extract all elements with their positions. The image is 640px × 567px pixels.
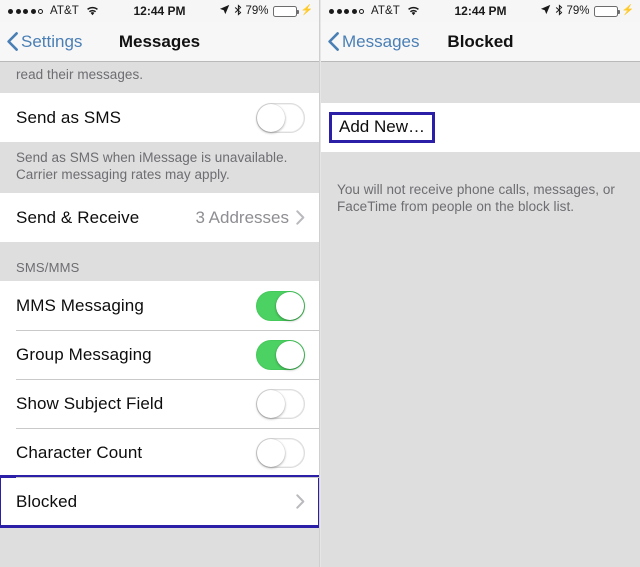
battery-percentage: 79% [566, 5, 590, 17]
cellular-signal-dots-icon [329, 8, 364, 14]
chevron-left-icon [328, 32, 339, 51]
toggle-knob [257, 103, 285, 132]
battery-icon [593, 5, 620, 17]
row-accessory [256, 102, 305, 133]
row-label: Send & Receive [16, 207, 140, 227]
toggle-send-as-sms[interactable] [256, 102, 305, 133]
row-send-and-receive[interactable]: Send & Receive 3 Addresses [0, 193, 319, 242]
status-bar-left: AT&T 12:44 PM 79% ⚡ [0, 0, 319, 22]
lightning-bolt-icon: ⚡ [621, 5, 634, 16]
footnote-block-list: You will not receive phone calls, messag… [337, 182, 615, 214]
bluetooth-icon [555, 3, 563, 19]
status-bar-left-group: AT&T [8, 5, 99, 17]
row-show-subject-field[interactable]: Show Subject Field [0, 379, 319, 428]
carrier-name: AT&T [371, 5, 400, 17]
row-blocked[interactable]: Blocked [0, 475, 319, 528]
row-detail-value: 3 Addresses [195, 207, 289, 227]
status-bar-right-group: 79% ⚡ [540, 3, 634, 19]
toggle-knob [257, 438, 285, 467]
bluetooth-icon [234, 3, 242, 19]
right-screen-blocked-list: AT&T 12:44 PM 79% ⚡ Messages Blocked Add… [320, 0, 640, 567]
nav-bar-blocked: Messages Blocked [321, 22, 640, 62]
toggle-show-subject-field[interactable] [256, 388, 305, 419]
status-bar-right-group: 79% ⚡ [219, 3, 313, 19]
group-add-new: Add New… [321, 103, 640, 152]
dual-screenshot-container: AT&T 12:44 PM 79% ⚡ Settings Messages re… [0, 0, 640, 567]
section-header-sms-mms: SMS/MMS [16, 260, 80, 275]
row-label: Blocked [16, 491, 78, 511]
row-accessory [256, 290, 305, 321]
toggle-knob [276, 291, 304, 320]
group-sms-mms: MMS Messaging Group Messaging Show Subje… [0, 281, 319, 528]
row-accessory [296, 494, 305, 509]
chevron-left-icon [7, 32, 18, 51]
battery-percentage: 79% [245, 5, 269, 17]
toggle-group-messaging[interactable] [256, 339, 305, 370]
row-accessory [256, 339, 305, 370]
location-arrow-icon [219, 4, 230, 18]
top-spacer [321, 62, 640, 103]
row-accessory: 3 Addresses [195, 208, 305, 228]
carrier-name: AT&T [50, 5, 79, 17]
row-accessory [256, 388, 305, 419]
back-button-messages[interactable]: Messages [321, 32, 419, 52]
row-label: MMS Messaging [16, 295, 144, 315]
chevron-right-icon [296, 494, 305, 509]
footnote-read-their-messages: read their messages. [16, 67, 144, 82]
status-bar-right: AT&T 12:44 PM 79% ⚡ [321, 0, 640, 22]
row-label: Character Count [16, 442, 143, 462]
row-label: Group Messaging [16, 344, 152, 364]
row-accessory [256, 437, 305, 468]
nav-bar-messages: Settings Messages [0, 22, 319, 62]
row-add-new[interactable]: Add New… [321, 103, 640, 152]
row-send-as-sms[interactable]: Send as SMS [0, 93, 319, 142]
row-group-messaging[interactable]: Group Messaging [0, 330, 319, 379]
back-button-label: Messages [342, 31, 420, 51]
battery-icon [272, 5, 299, 17]
footnote-send-as-sms: Send as SMS when iMessage is unavailable… [16, 150, 288, 182]
back-button-label: Settings [21, 31, 83, 51]
chevron-right-icon [296, 210, 305, 225]
settings-list-left: read their messages. Send as SMS Send as… [0, 62, 319, 567]
lightning-bolt-icon: ⚡ [300, 5, 313, 16]
cellular-signal-dots-icon [8, 8, 43, 14]
toggle-mms-messaging[interactable] [256, 290, 305, 321]
toggle-knob [257, 389, 285, 418]
add-new-label: Add New… [329, 112, 435, 143]
group-send-as-sms: Send as SMS [0, 93, 319, 142]
toggle-knob [276, 340, 304, 369]
left-screen-messages-settings: AT&T 12:44 PM 79% ⚡ Settings Messages re… [0, 0, 320, 567]
row-label: Show Subject Field [16, 393, 164, 413]
wifi-icon [86, 6, 99, 16]
back-button-settings[interactable]: Settings [0, 32, 82, 52]
wifi-icon [407, 6, 420, 16]
row-character-count[interactable]: Character Count [0, 428, 319, 477]
toggle-character-count[interactable] [256, 437, 305, 468]
row-label: Send as SMS [16, 107, 122, 127]
group-send-receive: Send & Receive 3 Addresses [0, 193, 319, 242]
row-mms-messaging[interactable]: MMS Messaging [0, 281, 319, 330]
status-bar-left-group: AT&T [329, 5, 420, 17]
blocked-list-content: Add New… You will not receive phone call… [321, 62, 640, 567]
location-arrow-icon [540, 4, 551, 18]
